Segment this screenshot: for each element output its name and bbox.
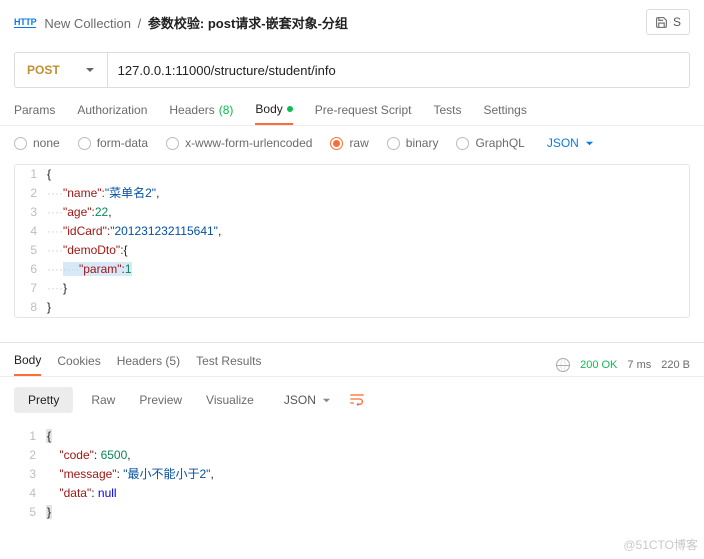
- radio-none-label: none: [33, 136, 60, 150]
- view-pretty[interactable]: Pretty: [14, 387, 73, 413]
- radio-xwww[interactable]: x-www-form-urlencoded: [166, 136, 312, 150]
- resp-headers-label: Headers: [117, 354, 162, 368]
- resp-tab-body[interactable]: Body: [14, 353, 41, 376]
- radio-raw-label: raw: [349, 136, 368, 150]
- radio-graphql[interactable]: GraphQL: [456, 136, 524, 150]
- tab-headers-label: Headers: [169, 103, 214, 117]
- status-time: 7 ms: [627, 359, 651, 371]
- code-val: "菜单名2": [105, 186, 156, 200]
- tab-tests[interactable]: Tests: [433, 102, 461, 125]
- code-brace: }: [46, 505, 52, 519]
- raw-format-label: JSON: [547, 136, 579, 150]
- globe-icon[interactable]: [556, 358, 570, 372]
- resp-headers-count: (5): [165, 354, 180, 368]
- code-brace: {: [46, 429, 52, 443]
- radio-raw[interactable]: raw: [330, 136, 368, 150]
- code-brace: {: [47, 167, 51, 181]
- status-code: 200 OK: [580, 359, 617, 371]
- code-brace: {: [124, 243, 128, 257]
- response-view-bar: Pretty Raw Preview Visualize JSON: [0, 377, 704, 423]
- radio-formdata-label: form-data: [97, 136, 148, 150]
- radio-binary-label: binary: [406, 136, 439, 150]
- tab-body[interactable]: Body: [255, 102, 292, 125]
- response-body-viewer[interactable]: 1{ 2 "code": 6500, 3 "message": "最小不能小于2…: [14, 427, 690, 522]
- resp-tab-cookies[interactable]: Cookies: [57, 354, 100, 375]
- code-key: "param": [79, 262, 122, 276]
- breadcrumb-sep: /: [138, 16, 142, 31]
- code-key: "idCard": [63, 224, 107, 238]
- raw-format-select[interactable]: JSON: [547, 136, 594, 150]
- view-raw[interactable]: Raw: [91, 393, 115, 407]
- response-tabs: Body Cookies Headers (5) Test Results 20…: [0, 347, 704, 376]
- url-input[interactable]: 127.0.0.1:11000/structure/student/info: [108, 53, 689, 87]
- breadcrumb-collection[interactable]: New Collection: [44, 16, 131, 31]
- response-panel: Body Cookies Headers (5) Test Results 20…: [0, 342, 704, 522]
- save-label: S: [673, 15, 681, 29]
- status-size: 220 B: [661, 359, 690, 371]
- tab-params[interactable]: Params: [14, 102, 55, 125]
- radio-none[interactable]: none: [14, 136, 60, 150]
- response-format-label: JSON: [284, 393, 316, 407]
- http-badge: HTTP: [14, 17, 36, 28]
- body-indicator-icon: [287, 106, 293, 112]
- code-val: null: [98, 486, 117, 500]
- radio-formdata[interactable]: form-data: [78, 136, 148, 150]
- url-bar: POST 127.0.0.1:11000/structure/student/i…: [14, 52, 690, 88]
- http-method-select[interactable]: POST: [15, 53, 108, 87]
- chevron-down-icon: [322, 396, 331, 405]
- code-val: "201231232115641": [110, 224, 218, 238]
- tab-prerequest[interactable]: Pre-request Script: [315, 102, 412, 125]
- resp-tab-testresults[interactable]: Test Results: [196, 354, 261, 375]
- tab-headers[interactable]: Headers (8): [169, 102, 233, 125]
- request-tabs: Params Authorization Headers (8) Body Pr…: [0, 88, 704, 125]
- http-method-label: POST: [27, 63, 60, 77]
- code-key: "data": [59, 486, 91, 500]
- code-key: "demoDto": [63, 243, 120, 257]
- watermark: @51CTO博客: [623, 536, 698, 553]
- breadcrumb-title: 参数校验: post请求-嵌套对象-分组: [148, 16, 348, 31]
- radio-graphql-label: GraphQL: [475, 136, 524, 150]
- radio-icon: [14, 137, 27, 150]
- chevron-down-icon: [585, 139, 594, 148]
- tab-authorization[interactable]: Authorization: [77, 102, 147, 125]
- code-val: 22: [95, 205, 108, 219]
- save-button[interactable]: S: [646, 9, 690, 35]
- radio-icon: [456, 137, 469, 150]
- code-key: "message": [59, 467, 116, 481]
- radio-icon: [78, 137, 91, 150]
- view-preview[interactable]: Preview: [139, 393, 182, 407]
- radio-icon: [330, 137, 343, 150]
- code-key: "name": [63, 186, 102, 200]
- breadcrumb: New Collection / 参数校验: post请求-嵌套对象-分组: [44, 13, 348, 32]
- code-val: 1: [125, 262, 132, 276]
- response-format-select[interactable]: JSON: [284, 393, 331, 407]
- code-val: 6500: [101, 448, 128, 462]
- code-key: "code": [59, 448, 94, 462]
- code-brace: }: [47, 300, 51, 314]
- radio-icon: [387, 137, 400, 150]
- code-key: "age": [63, 205, 92, 219]
- body-type-row: none form-data x-www-form-urlencoded raw…: [0, 126, 704, 160]
- save-icon: [655, 16, 668, 29]
- view-visualize[interactable]: Visualize: [206, 393, 254, 407]
- code-val: "最小不能小于2": [123, 467, 210, 481]
- radio-binary[interactable]: binary: [387, 136, 439, 150]
- wrap-icon: [349, 392, 365, 406]
- request-body-editor[interactable]: 1{ 2····"name":"菜单名2", 3····"age":22, 4·…: [14, 164, 690, 318]
- code-brace: }: [63, 281, 67, 295]
- tab-body-label: Body: [255, 102, 282, 116]
- wrap-lines-button[interactable]: [349, 392, 365, 409]
- radio-xwww-label: x-www-form-urlencoded: [185, 136, 312, 150]
- resp-tab-headers[interactable]: Headers (5): [117, 354, 180, 375]
- tab-settings[interactable]: Settings: [484, 102, 527, 125]
- chevron-down-icon: [85, 65, 95, 75]
- radio-icon: [166, 137, 179, 150]
- headers-count: (8): [219, 103, 234, 117]
